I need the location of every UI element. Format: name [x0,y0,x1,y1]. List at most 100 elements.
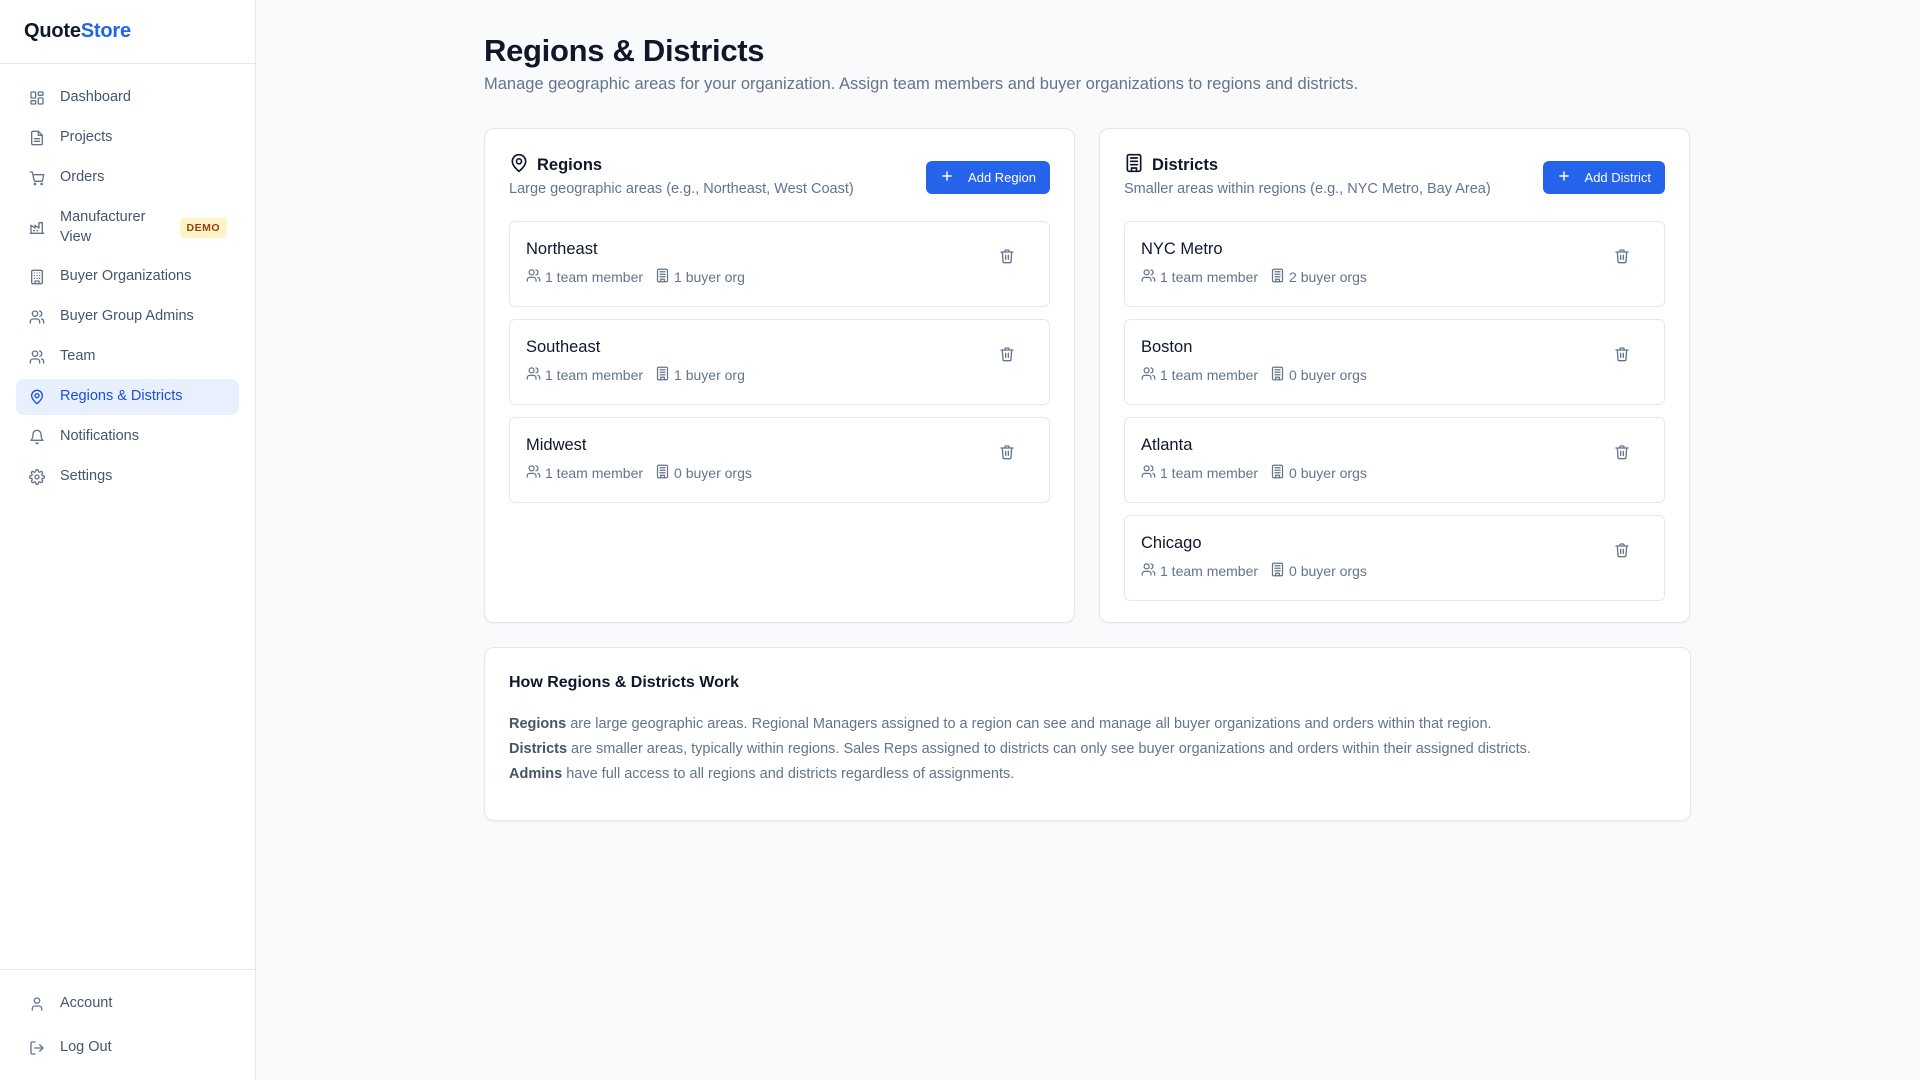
users-icon [1141,562,1156,580]
sidebar-item-team[interactable]: Team [16,339,239,375]
sidebar-nav: Dashboard Projects Orders Manufacturer V… [0,64,255,969]
regions-subtitle: Large geographic areas (e.g., Northeast,… [509,180,854,197]
regions-title-text: Regions [537,155,603,174]
member-count-text: 1 team member [545,268,644,285]
sidebar-item-label: Log Out [60,1039,112,1056]
district-item-chicago[interactable]: Chicago 1 team member 0 buyer orgs [1124,514,1665,601]
regions-panel-header: Regions Large geographic areas (e.g., No… [509,153,1050,197]
trash-icon[interactable] [1612,246,1632,266]
info-term: Admins [509,765,563,782]
member-count: 1 team member [526,366,643,384]
users-icon [526,366,541,384]
sidebar-item-notifications[interactable]: Notifications [16,419,239,455]
brand-part-1: Quote [24,20,81,42]
trash-icon[interactable] [1612,540,1632,560]
sidebar-item-label: Account [60,995,113,1012]
building-icon [1270,464,1285,482]
sidebar-item-label: Projects [60,129,113,146]
sidebar-item-dashboard[interactable]: Dashboard [16,80,239,116]
brand-part-2: Store [80,20,131,42]
cart-icon [28,169,46,187]
org-count: 1 buyer org [655,366,745,384]
districts-panel-header: Districts Smaller areas within regions (… [1124,153,1665,197]
region-item-southeast[interactable]: Southeast 1 team member 1 buyer org [509,318,1050,405]
member-count: 1 team member [1141,268,1258,286]
map-pin-icon [28,388,46,406]
sidebar-item-logout[interactable]: Log Out [16,1030,239,1066]
org-count: 2 buyer orgs [1270,268,1367,286]
users-icon [1141,366,1156,384]
sidebar-item-orders[interactable]: Orders [16,160,239,196]
district-meta: 1 team member 0 buyer orgs [1141,366,1367,384]
sidebar-item-manufacturer-view[interactable]: Manufacturer View DEMO [16,200,239,255]
member-count-text: 1 team member [1160,268,1259,285]
how-it-works-lines: Regions are large geographic areas. Regi… [509,716,1666,782]
info-term: Districts [509,740,568,757]
org-count: 0 buyer orgs [1270,562,1367,580]
member-count: 1 team member [526,464,643,482]
trash-icon[interactable] [1612,442,1632,462]
sidebar-item-buyer-group-admins[interactable]: Buyer Group Admins [16,299,239,335]
sidebar-item-buyer-organizations[interactable]: Buyer Organizations [16,259,239,295]
org-count-text: 0 buyer orgs [1289,562,1367,579]
sidebar-bottom: Account Log Out [0,969,255,1080]
regions-list: Northeast 1 team member 1 buyer org Sout… [509,220,1050,503]
districts-subtitle: Smaller areas within regions (e.g., NYC … [1124,180,1491,197]
sidebar-item-label: Settings [60,468,113,485]
region-name: Southeast [526,337,601,356]
bell-icon [28,428,46,446]
district-name: Atlanta [1141,435,1193,454]
trash-icon[interactable] [997,344,1017,364]
building-icon [655,464,670,482]
districts-title: Districts [1124,153,1491,178]
page-subtitle: Manage geographic areas for your organiz… [484,74,1359,93]
sidebar-item-label: Team [60,348,96,365]
info-text: are large geographic areas. Regional Man… [566,715,1492,732]
sidebar-item-account[interactable]: Account [16,986,239,1022]
region-item-northeast[interactable]: Northeast 1 team member 1 buyer org [509,220,1050,307]
region-item-midwest[interactable]: Midwest 1 team member 0 buyer orgs [509,416,1050,503]
districts-list: NYC Metro 1 team member 2 buyer orgs Bos… [1124,220,1665,601]
trash-icon[interactable] [997,246,1017,266]
plus-icon [940,169,954,186]
add-region-button[interactable]: Add Region [926,160,1050,194]
districts-title-text: Districts [1152,155,1219,174]
trash-icon[interactable] [997,442,1017,462]
member-count-text: 1 team member [1160,562,1259,579]
region-meta: 1 team member 1 buyer org [526,366,745,384]
users-icon [1141,464,1156,482]
org-count-text: 0 buyer orgs [674,464,752,481]
building-icon [1270,268,1285,286]
org-count: 1 buyer org [655,268,745,286]
org-count-text: 1 buyer org [674,268,745,285]
add-district-button[interactable]: Add District [1542,160,1665,194]
sidebar-item-regions-districts[interactable]: Regions & Districts [16,379,239,416]
district-item-boston[interactable]: Boston 1 team member 0 buyer orgs [1124,318,1665,405]
factory-icon [28,219,46,237]
sidebar-item-label: Notifications [60,428,139,445]
region-meta: 1 team member 0 buyer orgs [526,464,752,482]
info-line-regions: Regions are large geographic areas. Regi… [509,716,1666,732]
sidebar-item-label: Buyer Organizations [60,268,192,285]
regions-title: Regions [509,153,854,178]
district-item-atlanta[interactable]: Atlanta 1 team member 0 buyer orgs [1124,416,1665,503]
main-content: Regions & Districts Manage geographic ar… [256,0,1920,1080]
info-line-admins: Admins have full access to all regions a… [509,766,1666,782]
sidebar-item-projects[interactable]: Projects [16,120,239,156]
building-icon [1270,366,1285,384]
building-icon [1124,153,1144,178]
brand-logo[interactable]: Quote Store [0,0,255,64]
info-term: Regions [509,715,567,732]
sidebar-item-label: Buyer Group Admins [60,308,194,325]
panels-grid: Regions Large geographic areas (e.g., No… [484,127,1691,623]
building-icon [28,268,46,286]
users-icon [1141,268,1156,286]
district-name: Boston [1141,337,1193,356]
regions-panel: Regions Large geographic areas (e.g., No… [484,127,1075,623]
district-item-nyc-metro[interactable]: NYC Metro 1 team member 2 buyer orgs [1124,220,1665,307]
sidebar-item-settings[interactable]: Settings [16,459,239,495]
building-icon [655,366,670,384]
trash-icon[interactable] [1612,344,1632,364]
sidebar-item-label: Regions & Districts [60,388,183,405]
gear-icon [28,468,46,486]
